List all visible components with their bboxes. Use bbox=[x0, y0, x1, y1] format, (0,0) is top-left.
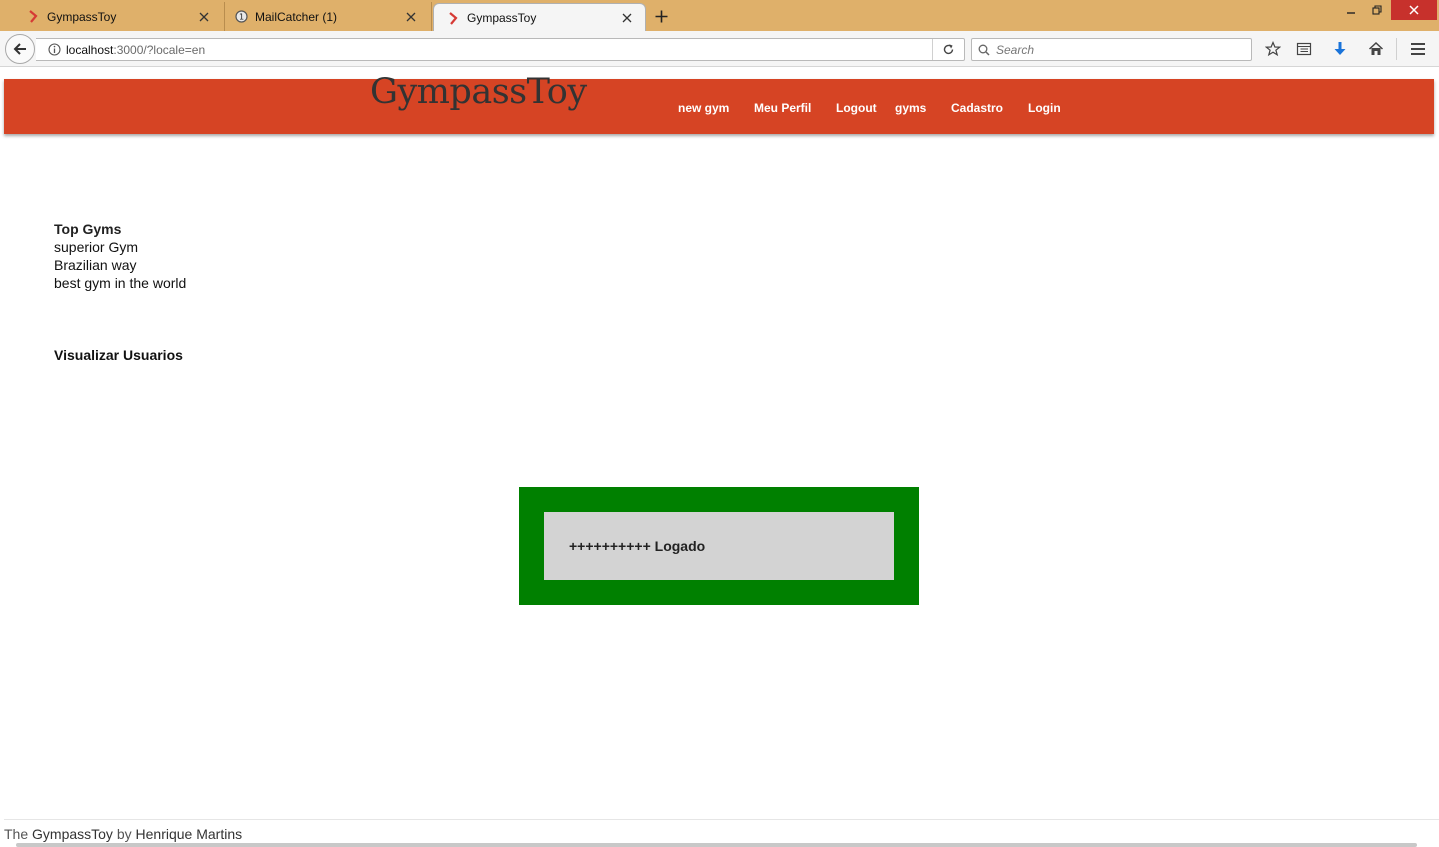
tab-close-icon[interactable] bbox=[194, 7, 214, 27]
footer-divider bbox=[4, 819, 1439, 820]
footer-app-name: GympassToy bbox=[32, 826, 113, 842]
nav-gyms[interactable]: gyms bbox=[895, 101, 926, 115]
svg-text:1: 1 bbox=[238, 13, 243, 22]
footer: The GympassToy by Henrique Martins bbox=[4, 826, 242, 842]
nav-login[interactable]: Login bbox=[1028, 101, 1061, 115]
reading-list-icon[interactable] bbox=[1293, 39, 1315, 59]
tab-close-icon[interactable] bbox=[617, 8, 637, 28]
footer-author: Henrique Martins bbox=[135, 826, 243, 842]
flash-notice-box: ++++++++++ Logado bbox=[544, 512, 894, 580]
new-tab-plus-icon[interactable] bbox=[650, 6, 672, 26]
window-close-icon[interactable] bbox=[1391, 0, 1437, 20]
search-icon bbox=[972, 44, 996, 56]
footer-prefix: The bbox=[4, 826, 33, 842]
gym-list-item[interactable]: Brazilian way bbox=[54, 257, 136, 273]
gym-list-item[interactable]: superior Gym bbox=[54, 239, 138, 255]
tab-close-icon[interactable] bbox=[401, 7, 421, 27]
tab-title: GympassToy bbox=[47, 9, 117, 24]
menu-hamburger-icon[interactable] bbox=[1407, 39, 1429, 59]
tab-title: MailCatcher (1) bbox=[255, 9, 338, 24]
browser-tab[interactable]: 1 MailCatcher (1) bbox=[226, 2, 432, 31]
tab-title: GympassToy bbox=[467, 11, 537, 25]
browser-tab-bar: GympassToy 1 MailCatcher (1) GympassToy bbox=[0, 0, 1439, 32]
url-host: localhost bbox=[66, 42, 114, 57]
reload-icon[interactable] bbox=[932, 39, 964, 60]
flash-notice: ++++++++++ Logado bbox=[519, 487, 919, 605]
browser-tab-active[interactable]: GympassToy bbox=[433, 3, 646, 32]
rails-icon bbox=[26, 10, 40, 24]
bookmark-star-icon[interactable] bbox=[1262, 39, 1284, 59]
view-users-link[interactable]: Visualizar Usuarios bbox=[54, 347, 183, 363]
web-page: GympassToy new gym Meu Perfil Logout gym… bbox=[0, 68, 1439, 847]
search-placeholder: Search bbox=[996, 42, 1035, 57]
back-arrow-icon bbox=[13, 43, 26, 55]
footer-middle: by bbox=[112, 826, 136, 842]
site-header: GympassToy new gym Meu Perfil Logout gym… bbox=[4, 72, 1434, 134]
rails-icon bbox=[446, 11, 460, 25]
nav-meu-perfil[interactable]: Meu Perfil bbox=[754, 101, 811, 115]
search-input[interactable]: Search bbox=[971, 38, 1252, 61]
download-icon[interactable] bbox=[1329, 39, 1351, 59]
gym-list-item[interactable]: best gym in the world bbox=[54, 275, 186, 291]
nav-logout[interactable]: Logout bbox=[836, 101, 877, 115]
nav-cadastro[interactable]: Cadastro bbox=[951, 101, 1003, 115]
minimize-icon[interactable] bbox=[1337, 0, 1365, 20]
nav-new-gym[interactable]: new gym bbox=[678, 101, 729, 115]
url-bar[interactable]: localhost:3000/?locale=en bbox=[36, 38, 965, 61]
flash-notice-text: ++++++++++ Logado bbox=[569, 538, 706, 554]
url-path: :3000/?locale=en bbox=[113, 42, 206, 57]
horizontal-scrollbar[interactable] bbox=[16, 843, 1417, 847]
restore-icon[interactable] bbox=[1363, 0, 1391, 20]
toolbar-divider bbox=[1396, 38, 1397, 60]
browser-toolbar: localhost:3000/?locale=en Search bbox=[0, 31, 1439, 67]
back-button[interactable] bbox=[5, 34, 35, 64]
info-icon[interactable] bbox=[42, 43, 66, 56]
home-icon[interactable] bbox=[1365, 39, 1387, 59]
browser-tab[interactable]: GympassToy bbox=[0, 2, 225, 31]
site-title[interactable]: GympassToy bbox=[370, 72, 587, 112]
top-gyms-heading: Top Gyms bbox=[54, 221, 122, 237]
mailcatcher-icon: 1 bbox=[234, 10, 248, 24]
